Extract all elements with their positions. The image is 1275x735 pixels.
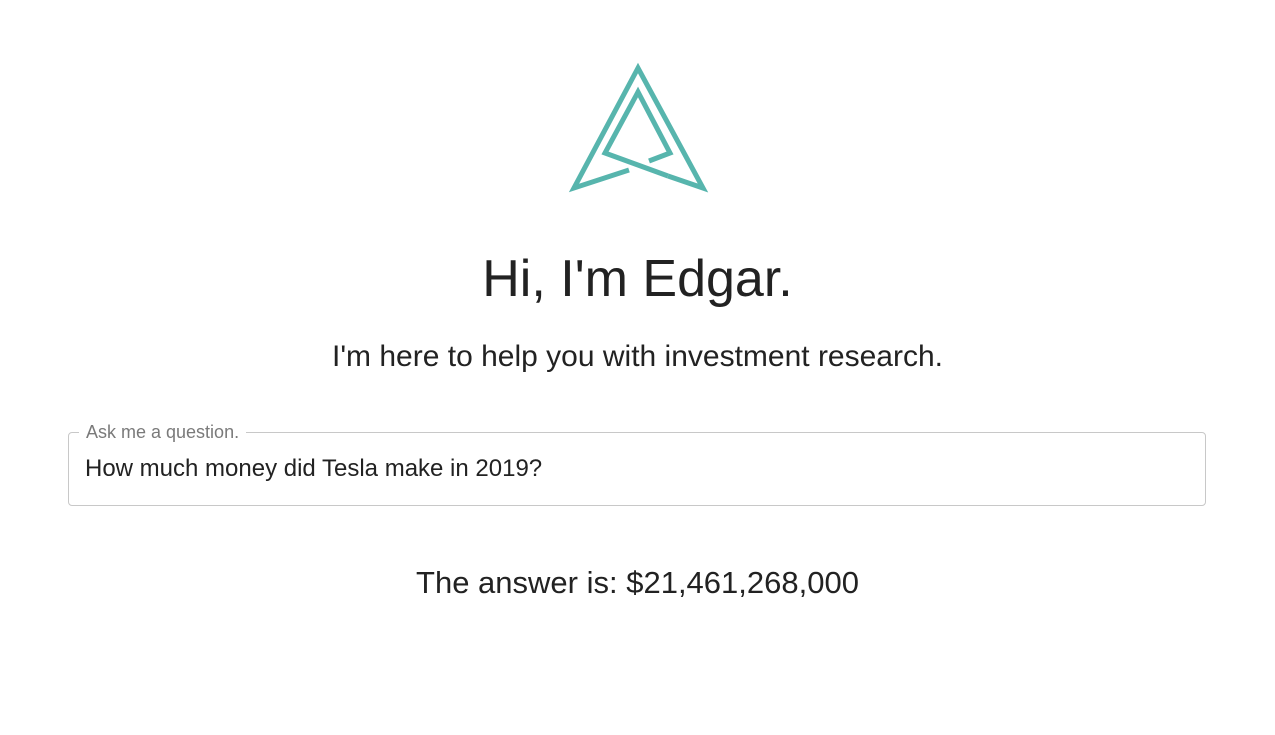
question-input[interactable] xyxy=(85,451,1185,487)
edgar-logo-icon xyxy=(565,62,711,194)
answer-text: The answer is: $21,461,268,000 xyxy=(416,565,859,600)
question-field-label: Ask me a question. xyxy=(79,421,247,443)
greeting-heading: Hi, I'm Edgar. xyxy=(482,250,793,308)
question-field: Ask me a question. xyxy=(68,421,1206,506)
tagline: I'm here to help you with investment res… xyxy=(331,340,943,373)
